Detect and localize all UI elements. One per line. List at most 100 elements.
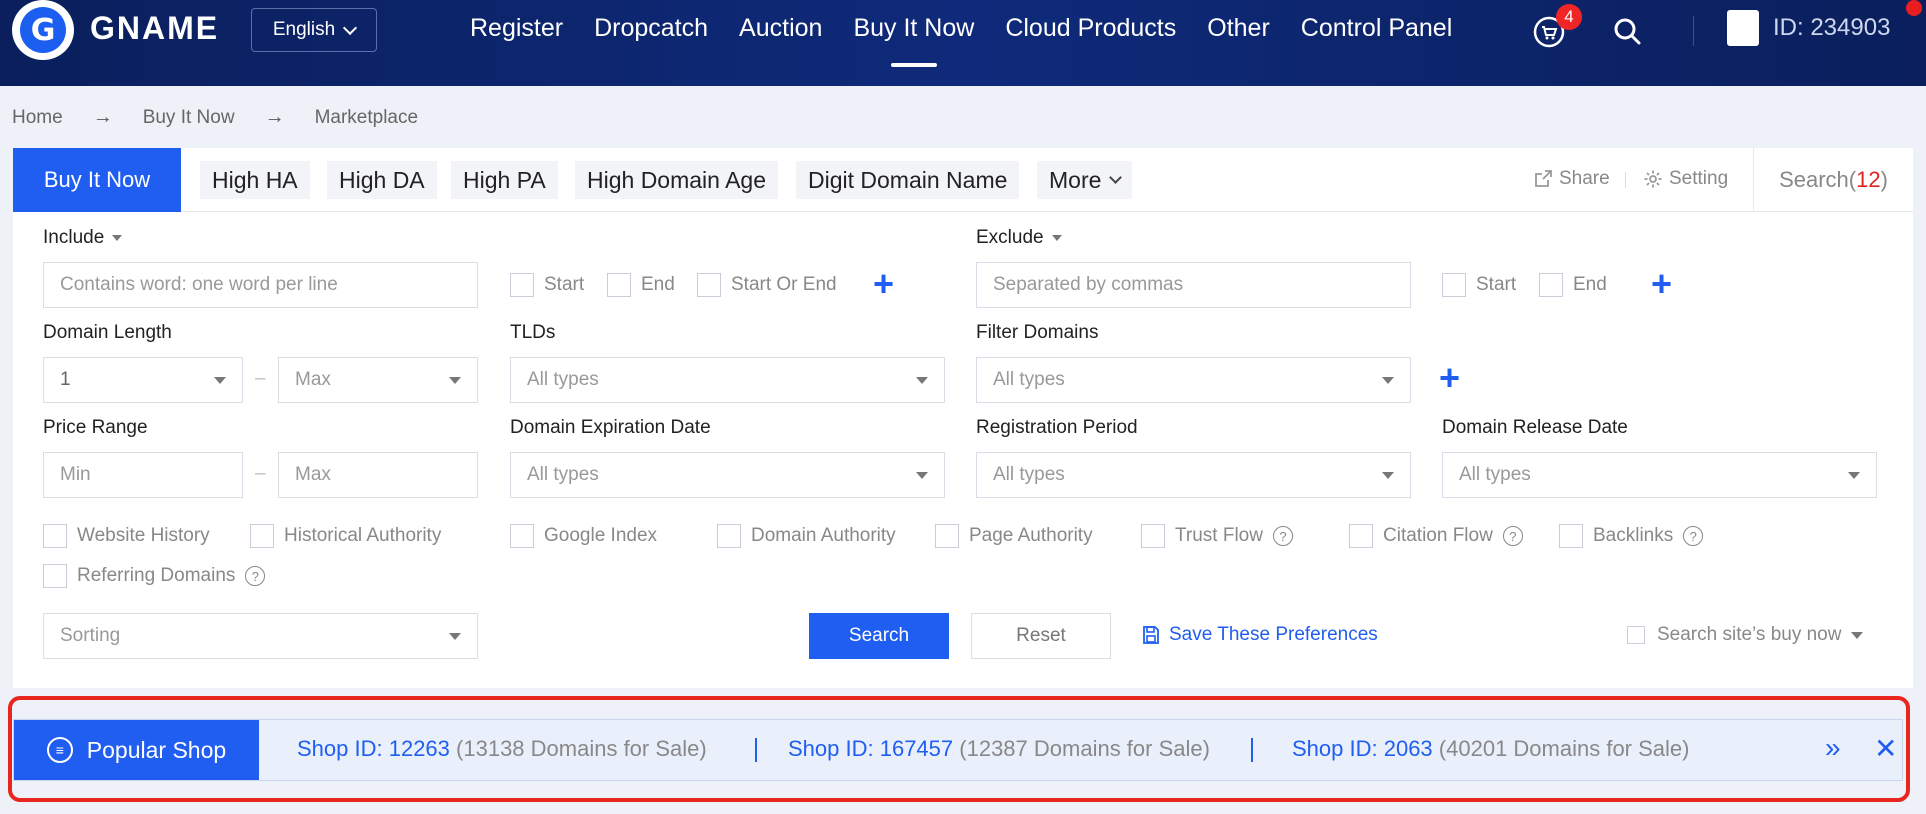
include-dropdown[interactable]: Include	[43, 227, 123, 249]
backlinks-checkbox[interactable]: Backlinks?	[1559, 524, 1704, 548]
double-chevron-right-icon[interactable]: »	[1825, 732, 1841, 764]
domain-length-min-select[interactable]: 1	[43, 357, 243, 403]
site-buy-now-toggle[interactable]: Search site’s buy now	[1627, 624, 1864, 646]
brand-name[interactable]: GNAME	[90, 10, 219, 47]
popular-shop-label: ≡ Popular Shop	[14, 720, 259, 780]
checkbox-label: Start	[544, 274, 585, 295]
logo-mark: G	[20, 7, 66, 53]
tab-high-pa[interactable]: High PA	[451, 161, 558, 199]
breadcrumb-home[interactable]: Home	[12, 107, 63, 129]
filter-domains-select[interactable]: All types	[976, 357, 1411, 403]
google-index-checkbox[interactable]: Google Index	[510, 524, 657, 548]
shop-domain-count: (40201 Domains for Sale)	[1438, 736, 1690, 761]
shop-domain-count: (13138 Domains for Sale)	[456, 736, 707, 761]
help-icon[interactable]: ?	[1683, 526, 1704, 546]
sorting-select[interactable]: Sorting	[43, 613, 478, 659]
website-history-checkbox[interactable]: Website History	[43, 524, 210, 548]
domain-authority-checkbox[interactable]: Domain Authority	[717, 524, 896, 548]
tab-buy-it-now[interactable]: Buy It Now	[13, 148, 181, 212]
save-preferences-link[interactable]: Save These Preferences	[1141, 624, 1378, 646]
checkbox-label: End	[1573, 274, 1607, 295]
checkbox-label: Website History	[77, 525, 210, 546]
expiration-date-label: Domain Expiration Date	[510, 417, 711, 438]
checkbox-box	[1141, 524, 1165, 548]
checkbox-box	[1539, 273, 1563, 297]
price-max-input[interactable]: Max	[278, 452, 478, 498]
exclude-input[interactable]: Separated by commas	[976, 262, 1411, 308]
checkbox-box	[607, 273, 631, 297]
shop-link-3[interactable]: Shop ID: 2063 (40201 Domains for Sale)	[1292, 736, 1689, 762]
expiration-date-select[interactable]: All types	[510, 452, 945, 498]
select-value: All types	[527, 369, 599, 390]
user-id[interactable]: ID: 234903	[1773, 14, 1913, 42]
nav-register[interactable]: Register	[470, 14, 563, 43]
select-value: All types	[1459, 464, 1531, 485]
gname-logo[interactable]: G	[12, 0, 74, 60]
include-add-plus-icon[interactable]: +	[873, 266, 894, 302]
save-icon	[1143, 626, 1159, 644]
arrow-right-icon: →	[264, 106, 285, 128]
registration-period-select[interactable]: All types	[976, 452, 1411, 498]
checkbox-box	[935, 524, 959, 548]
nav-control-panel[interactable]: Control Panel	[1301, 14, 1452, 43]
include-start-or-end-checkbox[interactable]: Start Or End	[697, 273, 837, 297]
release-date-label: Domain Release Date	[1442, 417, 1628, 438]
avatar[interactable]	[1727, 10, 1759, 46]
breadcrumb: Home → Buy It Now → Marketplace	[12, 106, 418, 129]
search-icon[interactable]	[1612, 16, 1642, 46]
share-button[interactable]: Share	[1533, 168, 1610, 190]
include-end-checkbox[interactable]: End	[607, 273, 675, 297]
checkbox-box	[510, 524, 534, 548]
search-button[interactable]: Search	[809, 613, 949, 659]
filter-domains-add-plus-icon[interactable]: +	[1439, 360, 1460, 396]
exclude-start-checkbox[interactable]: Start	[1442, 273, 1516, 297]
notification-dot[interactable]	[1906, 0, 1922, 16]
checkbox-label: Trust Flow	[1175, 525, 1263, 546]
saved-search-count: 12	[1856, 167, 1881, 192]
domain-length-max-select[interactable]: Max	[278, 357, 478, 403]
nav-buy-it-now[interactable]: Buy It Now	[853, 14, 974, 43]
exclude-dropdown[interactable]: Exclude	[976, 227, 1062, 249]
shop-link-1[interactable]: Shop ID: 12263 (13138 Domains for Sale)	[297, 736, 707, 762]
select-value: Sorting	[60, 625, 121, 646]
caret-down-icon	[1851, 631, 1864, 639]
nav-cloud-products[interactable]: Cloud Products	[1005, 14, 1176, 43]
release-date-select[interactable]: All types	[1442, 452, 1877, 498]
nav-dropcatch[interactable]: Dropcatch	[594, 14, 708, 43]
shop-link-2[interactable]: Shop ID: 167457 (12387 Domains for Sale)	[788, 736, 1210, 762]
help-icon[interactable]: ?	[245, 566, 266, 586]
exclude-end-checkbox[interactable]: End	[1539, 273, 1607, 297]
citation-flow-checkbox[interactable]: Citation Flow?	[1349, 524, 1523, 548]
tab-digit-domain-name[interactable]: Digit Domain Name	[796, 161, 1020, 199]
caret-down-icon	[449, 633, 461, 640]
price-min-input[interactable]: Min	[43, 452, 243, 498]
page-authority-checkbox[interactable]: Page Authority	[935, 524, 1093, 548]
tab-high-ha[interactable]: High HA	[200, 161, 310, 199]
breadcrumb-buy-it-now[interactable]: Buy It Now	[143, 107, 235, 129]
language-selector[interactable]: English	[251, 8, 377, 52]
trust-flow-checkbox[interactable]: Trust Flow?	[1141, 524, 1293, 548]
top-header: G GNAME English Register Dropcatch Aucti…	[0, 0, 1926, 86]
main-nav: Register Dropcatch Auction Buy It Now Cl…	[470, 14, 1483, 43]
help-icon[interactable]: ?	[1502, 526, 1523, 546]
nav-auction[interactable]: Auction	[739, 14, 822, 43]
tab-high-da[interactable]: High DA	[327, 161, 437, 199]
nav-other[interactable]: Other	[1207, 14, 1270, 43]
range-dash: –	[255, 463, 266, 484]
referring-domains-checkbox[interactable]: Referring Domains?	[43, 564, 266, 588]
historical-authority-checkbox[interactable]: Historical Authority	[250, 524, 441, 548]
tab-more[interactable]: More	[1037, 161, 1133, 199]
exclude-add-plus-icon[interactable]: +	[1651, 266, 1672, 302]
help-icon[interactable]: ?	[1272, 526, 1293, 546]
reset-button[interactable]: Reset	[971, 613, 1111, 659]
checkbox-label: Referring Domains	[77, 565, 236, 586]
saved-search-toggle[interactable]: Search(12)	[1753, 148, 1913, 212]
include-input[interactable]: Contains word: one word per line	[43, 262, 478, 308]
checkbox-box	[510, 273, 534, 297]
caret-down-icon	[1848, 472, 1860, 479]
setting-button[interactable]: Setting	[1643, 168, 1728, 190]
tab-high-domain-age[interactable]: High Domain Age	[575, 161, 778, 199]
tlds-select[interactable]: All types	[510, 357, 945, 403]
include-start-checkbox[interactable]: Start	[510, 273, 584, 297]
close-icon[interactable]: ✕	[1874, 732, 1897, 765]
